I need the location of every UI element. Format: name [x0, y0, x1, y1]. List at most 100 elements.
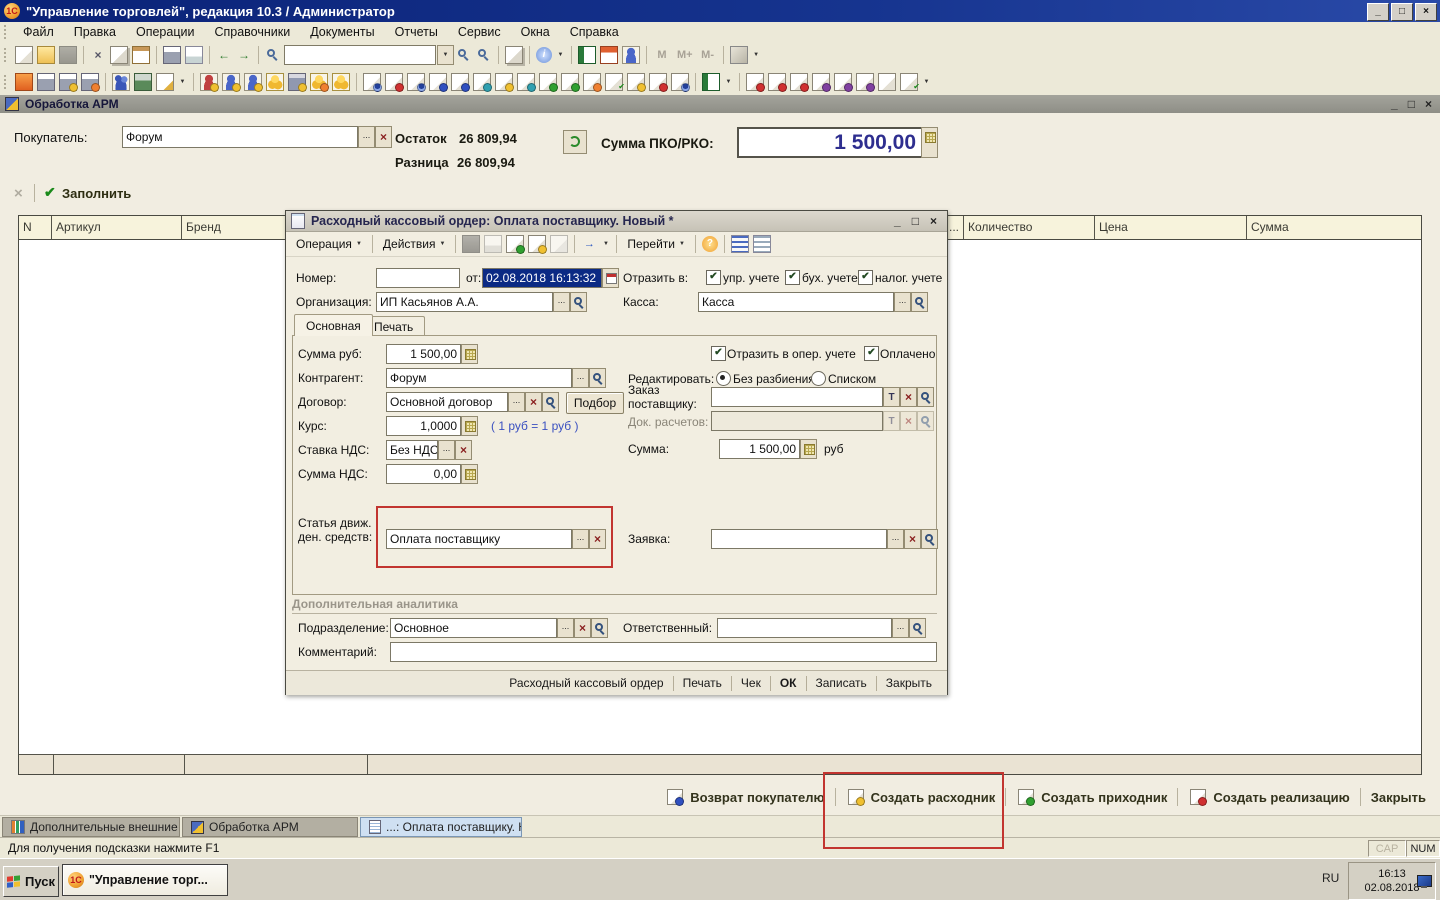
- menu-reports[interactable]: Отчеты: [385, 23, 448, 41]
- menu-service[interactable]: Сервис: [448, 23, 511, 41]
- actions-menu-button[interactable]: Действия▼: [377, 235, 452, 253]
- menu-edit[interactable]: Правка: [64, 23, 126, 41]
- arm-close-icon[interactable]: ×: [1425, 97, 1432, 111]
- copy-icon[interactable]: [110, 46, 128, 64]
- print-button[interactable]: Печать: [674, 674, 731, 692]
- supplier-order-open-icon[interactable]: [917, 387, 934, 407]
- menu-file[interactable]: Файл: [13, 23, 64, 41]
- print-order-icon[interactable]: [81, 73, 99, 91]
- contragent-open-icon[interactable]: [589, 368, 606, 388]
- rate-field[interactable]: 1,0000: [386, 416, 461, 436]
- check-doc-icon[interactable]: [900, 73, 918, 91]
- copy-add-icon[interactable]: [506, 235, 524, 253]
- buyer-clear-icon[interactable]: [375, 126, 392, 148]
- menu-help[interactable]: Справка: [560, 23, 629, 41]
- vat-rate-field[interactable]: Без НДС: [386, 440, 438, 460]
- sum-rub-field[interactable]: 1 500,00: [386, 344, 461, 364]
- tab-main[interactable]: Основная: [294, 314, 373, 336]
- menu-windows[interactable]: Окна: [511, 23, 560, 41]
- create-sale-button[interactable]: Создать реализацию: [1184, 786, 1353, 808]
- sum-doc1-icon[interactable]: [812, 73, 830, 91]
- cashdesk-select-icon[interactable]: [894, 292, 911, 312]
- notepad-icon[interactable]: [156, 73, 174, 91]
- windows-icon[interactable]: [505, 46, 523, 64]
- settings-caret-icon[interactable]: ▼: [752, 47, 761, 63]
- lines-doc-icon[interactable]: [878, 73, 896, 91]
- view-settings-icon[interactable]: [753, 235, 771, 253]
- wintab-cash-order[interactable]: ...: Оплата поставщику. Но...: [360, 817, 522, 837]
- mgmt-accounting-checkbox[interactable]: [706, 270, 721, 285]
- supplier-order-field[interactable]: [711, 387, 883, 407]
- transfer-doc-icon[interactable]: [473, 73, 491, 91]
- cashdesk-open-icon[interactable]: [911, 292, 928, 312]
- undo-icon[interactable]: ←: [216, 47, 232, 63]
- memory-plus-icon[interactable]: M+: [675, 47, 695, 63]
- post-doc-icon[interactable]: [462, 235, 480, 253]
- notepad-caret-icon[interactable]: ▼: [178, 74, 187, 90]
- wintab-external[interactable]: Дополнительные внешние ...: [2, 817, 180, 837]
- close-button[interactable]: ×: [1415, 3, 1437, 21]
- minus-doc-icon[interactable]: [583, 73, 601, 91]
- based-on-icon[interactable]: →: [581, 236, 597, 252]
- service-settings-icon[interactable]: [730, 46, 748, 64]
- department-clear-icon[interactable]: [574, 618, 591, 638]
- book-accounting-checkbox[interactable]: [785, 270, 800, 285]
- contract-field[interactable]: Основной договор: [386, 392, 508, 412]
- vat-select-icon[interactable]: [438, 440, 455, 460]
- sum-doc2-icon[interactable]: [834, 73, 852, 91]
- supplier-order-type-icon[interactable]: [883, 387, 900, 407]
- buyer-field[interactable]: Форум: [122, 126, 358, 148]
- person-report1-icon[interactable]: [746, 73, 764, 91]
- coin-stack-icon[interactable]: [332, 73, 350, 91]
- comment-field[interactable]: [390, 642, 937, 662]
- exchange-doc-icon[interactable]: [517, 73, 535, 91]
- create-income-button[interactable]: Создать приходник: [1012, 786, 1171, 808]
- paid-checkbox[interactable]: [864, 346, 879, 361]
- find-next-icon[interactable]: [476, 47, 492, 63]
- excel-caret-icon[interactable]: ▼: [724, 74, 733, 90]
- menu-documents[interactable]: Документы: [300, 23, 384, 41]
- arm-restore-icon[interactable]: □: [1408, 97, 1415, 111]
- search-dropdown-icon[interactable]: ▼: [437, 45, 454, 65]
- incoming-doc-icon[interactable]: [363, 73, 381, 91]
- cashflow-select-icon[interactable]: [572, 529, 589, 549]
- fill-check-icon[interactable]: [44, 184, 56, 201]
- cashflow-field[interactable]: Оплата поставщику: [386, 529, 572, 549]
- cashdesk-field[interactable]: Касса: [698, 292, 894, 312]
- info-caret-icon[interactable]: ▼: [556, 47, 565, 63]
- sum-doc3-icon[interactable]: [856, 73, 874, 91]
- maximize-button[interactable]: □: [1391, 3, 1413, 21]
- list-settings-icon[interactable]: [731, 235, 749, 253]
- open-doc-icon[interactable]: [37, 46, 55, 64]
- vat-sum-calc-icon[interactable]: [461, 464, 478, 484]
- date-field[interactable]: 02.08.2018 16:13:32: [482, 268, 602, 288]
- info-icon[interactable]: i: [536, 47, 552, 63]
- tray-clock[interactable]: 16:13 02.08.2018: [1348, 862, 1436, 900]
- fill-button[interactable]: Заполнить: [62, 186, 131, 201]
- vat-clear-icon[interactable]: [455, 440, 472, 460]
- cancel-doc-icon[interactable]: [649, 73, 667, 91]
- menu-operations[interactable]: Операции: [126, 23, 204, 41]
- dialog-minimize-icon[interactable]: _: [894, 214, 901, 228]
- as-list-radio[interactable]: [811, 371, 826, 386]
- purchase-doc-icon[interactable]: [451, 73, 469, 91]
- exit-app-icon[interactable]: [15, 73, 33, 91]
- paste-icon[interactable]: [132, 46, 150, 64]
- refresh-button[interactable]: [563, 130, 587, 154]
- memory-icon[interactable]: M: [653, 47, 671, 63]
- request-open-icon[interactable]: [921, 529, 938, 549]
- date-calendar-icon[interactable]: [602, 268, 619, 288]
- excel-report-icon[interactable]: [702, 73, 720, 91]
- pko-calc-icon[interactable]: [921, 127, 938, 158]
- rate-calc-icon[interactable]: [461, 416, 478, 436]
- print-set-icon[interactable]: [59, 73, 77, 91]
- contragent-field[interactable]: Форум: [386, 368, 572, 388]
- goto-menu-button[interactable]: Перейти▼: [621, 235, 691, 253]
- cashflow-clear-icon[interactable]: [589, 529, 606, 549]
- cheque-button[interactable]: Чек: [732, 674, 770, 692]
- close-dialog-button[interactable]: Закрыть: [877, 674, 941, 692]
- coins-doc-icon[interactable]: [495, 73, 513, 91]
- sum-rub-calc-icon[interactable]: [461, 344, 478, 364]
- find-prev-icon[interactable]: [456, 47, 472, 63]
- bank-coins-icon[interactable]: [288, 73, 306, 91]
